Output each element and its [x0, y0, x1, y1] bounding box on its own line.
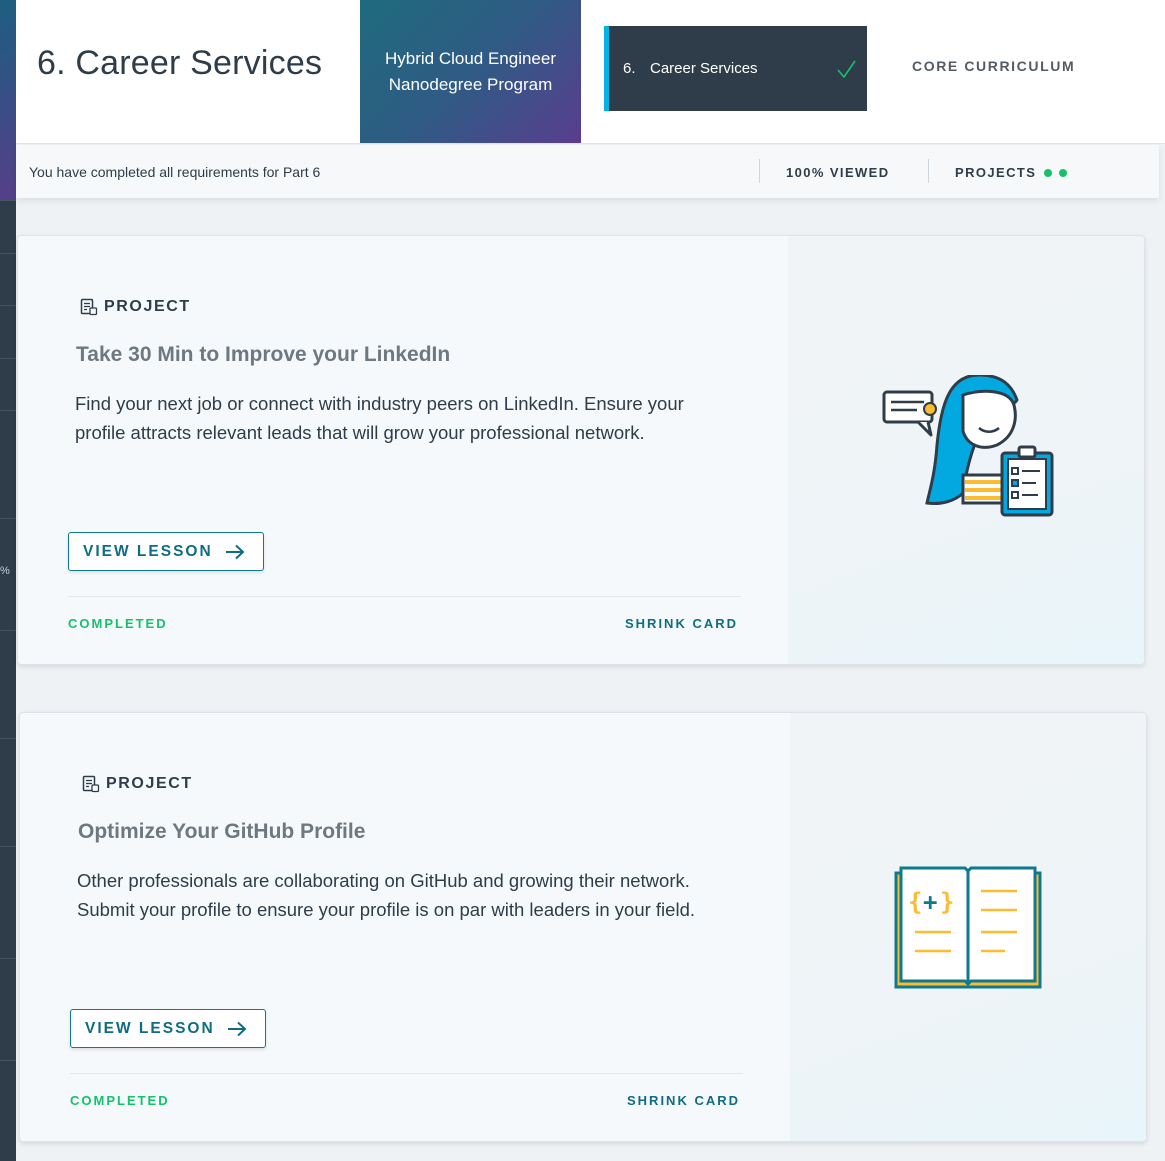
- program-name: Hybrid Cloud Engineer Nanodegree Program: [384, 48, 557, 94]
- card-title: Take 30 Min to Improve your LinkedIn: [76, 343, 451, 366]
- project-card: PROJECT Optimize Your GitHub Profile Oth…: [19, 712, 1147, 1142]
- card-divider: [70, 1073, 743, 1074]
- card-kind: PROJECT: [80, 298, 191, 316]
- sidebar-divider: [0, 518, 16, 519]
- arrow-right-icon: [227, 1021, 247, 1036]
- card-kind: PROJECT: [82, 775, 193, 793]
- sidebar-strip: %: [0, 0, 16, 1161]
- card-description: Other professionals are collaborating on…: [77, 870, 695, 920]
- sidebar-divider: [0, 200, 16, 201]
- card-title: Optimize Your GitHub Profile: [78, 820, 366, 843]
- sidebar-progress-text: %: [0, 565, 10, 577]
- projects-label: PROJECTS: [955, 165, 1037, 180]
- sidebar-divider: [0, 1060, 16, 1061]
- card-description: Find your next job or connect with indus…: [75, 393, 684, 443]
- sidebar-divider: [0, 253, 16, 254]
- page-title: 6. Career Services: [37, 44, 323, 82]
- card-kind-label: PROJECT: [104, 298, 191, 315]
- shrink-card-button[interactable]: SHRINK CARD: [627, 1093, 740, 1108]
- part-number: 6.: [623, 60, 636, 77]
- sidebar-divider: [0, 630, 16, 631]
- completed-status: COMPLETED: [70, 1093, 170, 1108]
- view-lesson-label: VIEW LESSON: [85, 1019, 215, 1037]
- sidebar-divider: [0, 738, 16, 739]
- svg-text:{: {: [908, 888, 922, 916]
- project-card-content: PROJECT Optimize Your GitHub Profile Oth…: [20, 713, 792, 1141]
- sidebar-divider: [0, 410, 16, 411]
- part-header: 6. Career Services Hybrid Cloud Engineer…: [16, 0, 1165, 144]
- sidebar-divider: [0, 305, 16, 306]
- svg-text:+: +: [923, 888, 937, 916]
- view-lesson-label: VIEW LESSON: [83, 542, 213, 560]
- person-with-clipboard-illustration: [882, 375, 1054, 517]
- view-lesson-button[interactable]: VIEW LESSON: [68, 532, 264, 571]
- card-kind-label: PROJECT: [106, 775, 193, 792]
- card-divider: [68, 596, 741, 597]
- completion-status-bar: You have completed all requirements for …: [16, 145, 1159, 198]
- project-card-content: PROJECT Take 30 Min to Improve your Link…: [18, 236, 790, 664]
- project-doc-icon: [82, 775, 100, 793]
- shrink-card-button[interactable]: SHRINK CARD: [625, 616, 738, 631]
- card-illustration-panel: [788, 236, 1144, 664]
- project-complete-dot-icon: [1044, 168, 1053, 177]
- core-curriculum-link[interactable]: CORE CURRICULUM: [912, 58, 1075, 74]
- completed-status: COMPLETED: [68, 616, 168, 631]
- program-banner[interactable]: Hybrid Cloud Engineer Nanodegree Program: [360, 0, 581, 143]
- checkmark-icon: [837, 60, 856, 79]
- status-divider: [928, 159, 929, 183]
- sidebar-header-gradient: [0, 0, 16, 200]
- status-divider: [759, 159, 760, 183]
- sidebar-divider: [0, 958, 16, 959]
- arrow-right-icon: [225, 544, 245, 559]
- completion-message: You have completed all requirements for …: [29, 164, 321, 180]
- projects-status: PROJECTS: [955, 165, 1068, 180]
- part-label: Career Services: [650, 60, 758, 77]
- svg-text:}: }: [940, 888, 954, 916]
- sidebar-divider: [0, 358, 16, 359]
- card-illustration-panel: { + }: [790, 713, 1146, 1141]
- project-complete-dot-icon: [1059, 168, 1068, 177]
- sidebar-divider: [0, 846, 16, 847]
- viewed-percentage: 100% VIEWED: [786, 165, 890, 180]
- code-book-illustration: { + }: [894, 866, 1042, 989]
- project-card: PROJECT Take 30 Min to Improve your Link…: [17, 235, 1145, 665]
- current-part-tab[interactable]: 6. Career Services: [604, 26, 867, 111]
- view-lesson-button[interactable]: VIEW LESSON: [70, 1009, 266, 1048]
- project-doc-icon: [80, 298, 98, 316]
